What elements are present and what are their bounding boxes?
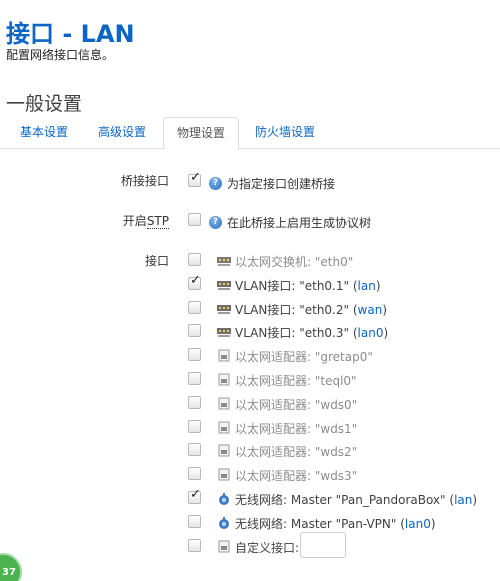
interface-name: 无线网络: Master "Pan-VPN" (: [235, 517, 405, 531]
ethernet-adapter-icon: [216, 420, 232, 434]
interface-checkbox[interactable]: ✓: [188, 273, 201, 290]
interface-label: 以太网适配器: "wds0": [235, 396, 357, 413]
badge-count: 37: [2, 567, 16, 578]
interface-name: VLAN接口: "eth0.2" (: [235, 303, 358, 317]
tab-basic-settings[interactable]: 基本设置: [20, 117, 68, 149]
interface-name: 无线网络: Master "Pan_PandoraBox" (: [235, 493, 455, 507]
page-title: 接口 - LAN: [6, 20, 135, 48]
interface-suffix: ): [382, 303, 387, 317]
ethernet-adapter-icon: [216, 467, 232, 481]
interface-name: 以太网适配器: "gretap0": [235, 350, 373, 364]
wireless-icon: [216, 491, 232, 505]
interface-name: VLAN接口: "eth0.1" (: [235, 279, 358, 293]
stp-help-text: 在此桥接上启用生成协议树: [227, 216, 372, 230]
custom-interface-icon: [216, 539, 232, 553]
stp-checkbox[interactable]: [188, 213, 201, 226]
interface-label: 以太网适配器: "gretap0": [235, 348, 373, 365]
interface-label: 以太网适配器: "wds2": [235, 443, 357, 460]
interface-name: 以太网适配器: "wds1": [235, 422, 358, 436]
interface-label: 以太网适配器: "wds3": [235, 467, 357, 484]
interface-row: ✓ 无线网络: Master "Pan_PandoraBox" (lan): [0, 487, 500, 510]
tab-advanced-settings[interactable]: 高级设置: [98, 117, 146, 149]
stp-label: 开启STP: [123, 212, 169, 229]
vlan-icon: [216, 301, 232, 315]
interface-row: VLAN接口: "eth0.3" (lan0): [0, 323, 500, 343]
tab-firewall-settings[interactable]: 防火墙设置: [255, 117, 315, 149]
interface-row: 以太网适配器: "gretap0": [0, 347, 500, 367]
bridge-checkbox[interactable]: ✓: [188, 170, 201, 187]
page-description: 配置网络接口信息。: [6, 48, 115, 62]
interface-row: 以太网适配器: "teql0": [0, 371, 500, 391]
interface-checkbox[interactable]: [188, 539, 201, 552]
interface-checkbox[interactable]: [188, 396, 201, 409]
interface-name: 以太网适配器: "teql0": [235, 374, 357, 388]
help-icon: ?: [209, 177, 222, 190]
interface-checkbox[interactable]: [188, 372, 201, 385]
interface-label: VLAN接口: "eth0.1" (lan): [235, 277, 381, 294]
interface-label: 以太网适配器: "wds1": [235, 420, 357, 437]
switch-icon: [216, 253, 232, 267]
interface-checkbox[interactable]: [188, 301, 201, 314]
interface-label: 无线网络: Master "Pan_PandoraBox" (lan): [235, 491, 477, 508]
interface-checkbox[interactable]: [188, 515, 201, 528]
interface-name: 以太网适配器: "wds0": [235, 398, 358, 412]
interface-suffix: ): [383, 326, 389, 340]
ethernet-adapter-icon: [216, 372, 232, 386]
interface-name: 以太网适配器: "wds2": [235, 445, 358, 459]
interface-name: 以太网适配器: "wds3": [235, 469, 358, 483]
interface-checkbox[interactable]: ✓: [188, 487, 201, 504]
section-title: 一般设置: [6, 93, 83, 115]
bridge-label: 桥接接口: [120, 174, 169, 188]
tab-physical-settings[interactable]: 物理设置: [163, 117, 240, 150]
vlan-icon: [216, 277, 232, 291]
interface-checkbox[interactable]: [188, 348, 201, 361]
wireless-icon: [216, 515, 232, 529]
network-link[interactable]: lan: [454, 493, 472, 507]
stp-label-prefix: 开启: [122, 214, 147, 228]
ethernet-adapter-icon: [216, 396, 232, 410]
interface-row: VLAN接口: "eth0.2" (wan): [0, 300, 500, 320]
interface-label: VLAN接口: "eth0.3" (lan0): [235, 324, 388, 341]
interface-row: 以太网交换机: "eth0": [0, 252, 500, 272]
interface-checkbox[interactable]: [188, 420, 201, 433]
interface-label: 自定义接口:: [235, 539, 299, 556]
interface-suffix: ): [430, 517, 436, 531]
interface-row: 以太网适配器: "wds3": [0, 466, 500, 486]
custom-interface-input[interactable]: [300, 532, 346, 558]
interface-name: 自定义接口:: [235, 541, 300, 555]
network-link[interactable]: lan0: [405, 517, 431, 531]
interface-checkbox[interactable]: [188, 324, 201, 337]
network-link[interactable]: lan: [358, 279, 376, 293]
vlan-icon: [216, 324, 232, 338]
network-link[interactable]: wan: [358, 303, 383, 317]
ethernet-adapter-icon: [216, 443, 232, 457]
checkmark-icon: ✓: [190, 273, 201, 288]
interface-row: 以太网适配器: "wds0": [0, 395, 500, 415]
interface-name: VLAN接口: "eth0.3" (: [235, 326, 358, 340]
network-link[interactable]: lan0: [358, 326, 384, 340]
interface-checkbox[interactable]: [188, 253, 201, 266]
bridge-help-text: 为指定接口创建桥接: [227, 177, 336, 191]
interface-suffix: ): [472, 493, 478, 507]
interface-row: 以太网适配器: "wds1": [0, 419, 500, 439]
interface-row: 以太网适配器: "wds2": [0, 442, 500, 462]
interface-row: 无线网络: Master "Pan-VPN" (lan0): [0, 514, 500, 534]
interface-label: 以太网适配器: "teql0": [235, 372, 357, 389]
interface-row: ✓ VLAN接口: "eth0.1" (lan): [0, 273, 500, 296]
interface-label: VLAN接口: "eth0.2" (wan): [235, 301, 387, 318]
help-icon: ?: [209, 216, 222, 229]
checkmark-icon: ✓: [190, 487, 201, 502]
checkmark-icon: ✓: [190, 170, 201, 185]
interface-row: 自定义接口:: [0, 538, 500, 558]
interface-checkbox[interactable]: [188, 467, 201, 480]
tab-bar: 基本设置 高级设置 物理设置 防火墙设置: [0, 117, 500, 150]
interface-checkbox[interactable]: [188, 443, 201, 456]
interface-label: 无线网络: Master "Pan-VPN" (lan0): [235, 515, 436, 532]
ethernet-adapter-icon: [216, 348, 232, 362]
stp-abbr: STP: [146, 214, 169, 229]
interface-name: 以太网交换机: "eth0": [235, 255, 354, 269]
interface-label: 以太网交换机: "eth0": [235, 253, 353, 270]
interface-suffix: ): [375, 279, 381, 293]
